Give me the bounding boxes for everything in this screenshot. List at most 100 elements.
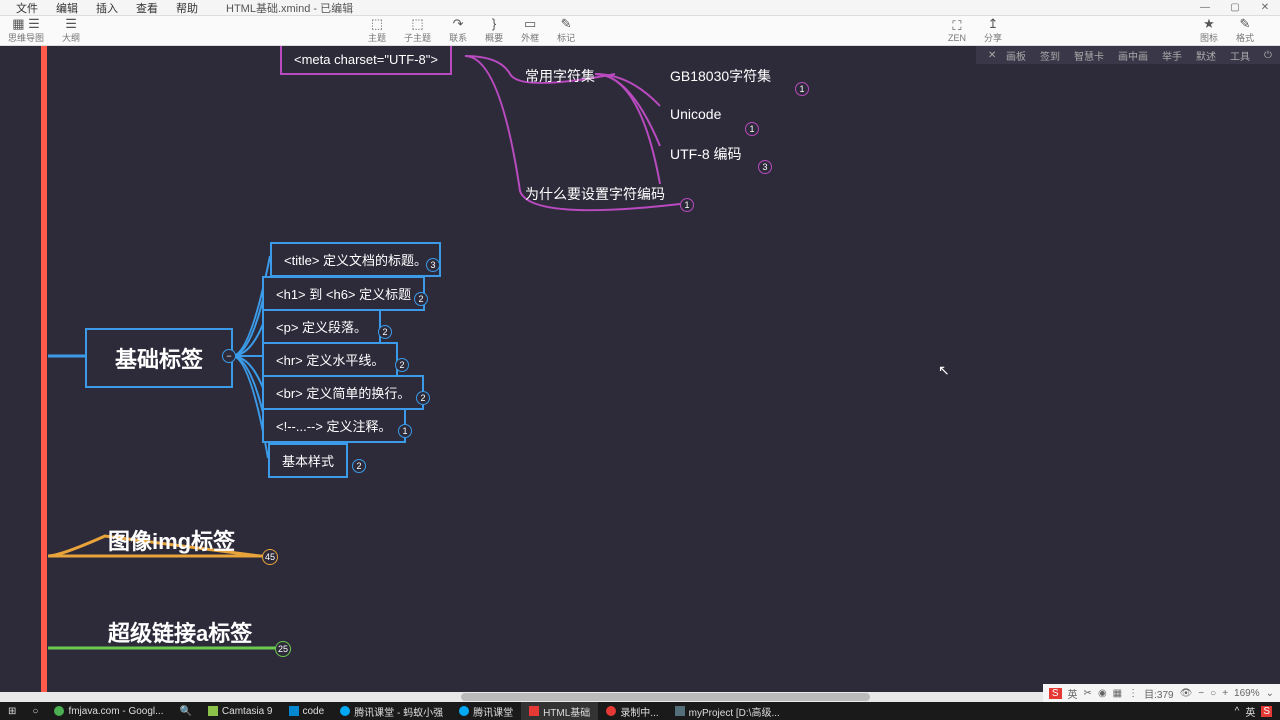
- node-unicode[interactable]: Unicode: [670, 104, 721, 124]
- tray-lang[interactable]: 英: [1245, 704, 1255, 719]
- badge-style[interactable]: 2: [352, 459, 366, 473]
- panel-tab-silent[interactable]: 默述: [1190, 48, 1222, 63]
- node-p-tag[interactable]: <p> 定义段落。: [262, 309, 381, 344]
- dropdown-icon[interactable]: ⌄: [1266, 688, 1274, 699]
- taskbar-item-recording[interactable]: 录制中...: [598, 702, 666, 720]
- close-panel-icon[interactable]: ✕: [982, 50, 998, 61]
- summary-button[interactable]: } 概要: [485, 17, 503, 44]
- tool-1-icon[interactable]: ✂: [1084, 688, 1092, 699]
- panel-tab-tools[interactable]: 工具: [1224, 48, 1256, 63]
- eye-icon[interactable]: 👁: [1180, 688, 1193, 699]
- icons-button[interactable]: ★ 图标: [1200, 17, 1218, 44]
- node-charset-common[interactable]: 常用字符集: [525, 64, 595, 88]
- subtopic-button[interactable]: ⬚ 子主题: [404, 17, 431, 44]
- node-utf8[interactable]: UTF-8 编码: [670, 142, 742, 166]
- power-icon[interactable]: ⏻: [1258, 50, 1274, 61]
- node-meta-charset[interactable]: <meta charset="UTF-8">: [280, 46, 452, 75]
- ime-indicator[interactable]: S: [1049, 688, 1062, 699]
- zoom-out-button[interactable]: −: [1198, 688, 1204, 699]
- tool-4-icon[interactable]: ⋮: [1128, 688, 1138, 699]
- floating-toolbar: ✕ 画板 签到 智慧卡 画中画 举手 默述 工具 ⏻: [976, 46, 1280, 64]
- badge-utf8[interactable]: 3: [758, 160, 772, 174]
- panel-tab-board[interactable]: 画板: [1000, 48, 1032, 63]
- node-title-tag[interactable]: <title> 定义文档的标题。: [270, 242, 441, 277]
- badge-title[interactable]: 3: [426, 258, 440, 272]
- start-button[interactable]: ⊞: [0, 702, 24, 720]
- taskbar-item-tencent1[interactable]: 腾讯课堂 - 蚂蚁小强: [332, 702, 451, 720]
- view-mindmap-button[interactable]: ▦ ☰ 思维导图: [8, 17, 44, 44]
- coord-indicator: 目:379: [1144, 686, 1173, 701]
- node-base-tags[interactable]: 基础标签: [85, 328, 233, 388]
- badge-h[interactable]: 2: [414, 292, 428, 306]
- relation-icon: ↷: [453, 17, 464, 31]
- tool-2-icon[interactable]: ◉: [1098, 688, 1107, 699]
- node-gb18030[interactable]: GB18030字符集: [670, 64, 771, 88]
- tool-3-icon[interactable]: ▦: [1113, 688, 1122, 699]
- panel-tab-card[interactable]: 智慧卡: [1068, 48, 1110, 63]
- topic-button[interactable]: ⬚ 主题: [368, 17, 386, 44]
- boundary-button[interactable]: ▭ 外框: [521, 17, 539, 44]
- badge-comment[interactable]: 1: [398, 424, 412, 438]
- star-icon: ★: [1203, 17, 1215, 31]
- menu-view[interactable]: 查看: [128, 0, 166, 16]
- tray-s-icon[interactable]: S: [1261, 706, 1272, 717]
- tray-up-icon[interactable]: ^: [1235, 706, 1240, 717]
- menu-edit[interactable]: 编辑: [48, 0, 86, 16]
- badge-p[interactable]: 2: [378, 325, 392, 339]
- format-button[interactable]: ✎ 格式: [1236, 17, 1254, 44]
- zen-button[interactable]: ⛶ ZEN: [948, 19, 966, 43]
- ime-lang[interactable]: 英: [1068, 686, 1078, 701]
- cortana-button[interactable]: ○: [24, 702, 46, 720]
- panel-tab-checkin[interactable]: 签到: [1034, 48, 1066, 63]
- panel-tab-pip[interactable]: 画中画: [1112, 48, 1154, 63]
- node-comment-tag[interactable]: <!--...--> 定义注释。: [262, 408, 406, 443]
- badge-unicode[interactable]: 1: [745, 122, 759, 136]
- taskbar-item-browser[interactable]: fmjava.com - Googl...: [46, 702, 171, 720]
- node-hr-tag[interactable]: <hr> 定义水平线。: [262, 342, 398, 377]
- boundary-icon: ▭: [524, 17, 536, 31]
- node-h-tag[interactable]: <h1> 到 <h6> 定义标题: [262, 276, 425, 311]
- minimize-button[interactable]: —: [1190, 2, 1220, 13]
- taskbar-item-code[interactable]: code: [281, 702, 333, 720]
- system-tray[interactable]: ^ 英 S: [1235, 704, 1280, 719]
- badge-img[interactable]: 45: [262, 549, 278, 565]
- panel-tab-hand[interactable]: 举手: [1156, 48, 1188, 63]
- node-a-tag[interactable]: 超级链接a标签: [108, 616, 252, 648]
- marker-button[interactable]: ✎ 标记: [557, 17, 575, 44]
- topic-label: 主题: [368, 31, 386, 44]
- zoom-reset-button[interactable]: ○: [1210, 688, 1216, 699]
- taskbar-item-xmind[interactable]: HTML基础: [521, 702, 598, 720]
- collapse-toggle[interactable]: −: [222, 349, 236, 363]
- menu-help[interactable]: 帮助: [168, 0, 206, 16]
- close-button[interactable]: ✕: [1250, 2, 1280, 13]
- badge-gb18030[interactable]: 1: [795, 82, 809, 96]
- maximize-button[interactable]: ▢: [1220, 2, 1250, 13]
- zen-label: ZEN: [948, 33, 966, 43]
- taskbar-item-camtasia[interactable]: Camtasia 9: [200, 702, 281, 720]
- share-icon: ↥: [988, 17, 999, 31]
- node-basic-style[interactable]: 基本样式: [268, 443, 348, 478]
- node-br-tag[interactable]: <br> 定义简单的换行。: [262, 375, 424, 410]
- badge-why[interactable]: 1: [680, 198, 694, 212]
- canvas[interactable]: ✕ 画板 签到 智慧卡 画中画 举手 默述 工具 ⏻ <meta char: [0, 46, 1280, 702]
- share-button[interactable]: ↥ 分享: [984, 17, 1002, 44]
- menu-insert[interactable]: 插入: [88, 0, 126, 16]
- node-img-tag[interactable]: 图像img标签: [108, 524, 235, 556]
- taskbar-item-project[interactable]: myProject [D:\高级...: [667, 702, 788, 720]
- node-why-charset[interactable]: 为什么要设置字符编码: [525, 182, 665, 206]
- zoom-in-button[interactable]: +: [1222, 688, 1228, 699]
- menu-file[interactable]: 文件: [8, 0, 46, 16]
- view-outline-button[interactable]: ☰ 大纲: [62, 17, 80, 44]
- badge-br[interactable]: 2: [416, 391, 430, 405]
- taskbar-item-search[interactable]: 🔍: [171, 702, 199, 720]
- outline-label: 大纲: [62, 31, 80, 44]
- zoom-level[interactable]: 169%: [1234, 688, 1260, 699]
- badge-hr[interactable]: 2: [395, 358, 409, 372]
- marker-label: 标记: [557, 31, 575, 44]
- badge-a[interactable]: 25: [275, 641, 291, 657]
- relation-button[interactable]: ↷ 联系: [449, 17, 467, 44]
- document-title: HTML基础.xmind - 已编辑: [226, 0, 353, 16]
- scrollbar-thumb[interactable]: [461, 693, 871, 701]
- taskbar-item-tencent2[interactable]: 腾讯课堂: [451, 702, 521, 720]
- topic-icon: ⬚: [371, 17, 383, 31]
